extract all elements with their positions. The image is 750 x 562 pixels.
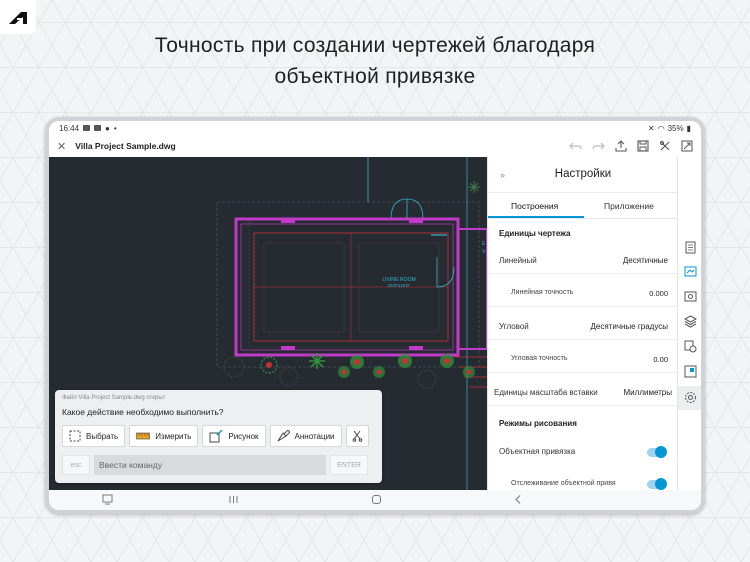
system-nav-bar: [49, 490, 701, 510]
units-section-title: Единицы чертежа: [499, 229, 571, 238]
settings-tabs: Построения Приложение: [488, 193, 677, 219]
annotate-button-label: Аннотации: [294, 431, 335, 441]
angular-units-label: Угловой: [499, 322, 529, 331]
command-actions: Выбрать Измерить Рисунок Аннотации: [62, 425, 369, 447]
mail-notification-icon: [94, 125, 102, 131]
file-opened-message: Файл Villa Project Sample.dwg открыт: [62, 395, 166, 401]
recent-apps-icon[interactable]: [228, 494, 239, 505]
select-button[interactable]: Выбрать: [62, 425, 126, 447]
tablet-frame: 16:44 ● • ✕ ◠ 35% ▮ ✕ Villa Project Samp…: [45, 117, 705, 514]
insert-units-label: Единицы масштаба вставки: [494, 388, 598, 397]
properties-icon[interactable]: [684, 241, 697, 254]
angular-precision-value[interactable]: 0.00: [653, 355, 668, 364]
command-input-row: esc Ввести команду ENTER: [62, 455, 368, 475]
linear-precision-label: Линейная точность: [511, 289, 574, 296]
linear-units-value[interactable]: Десятичные: [623, 256, 668, 265]
location-icon: ●: [105, 123, 110, 133]
headline-line-2: объектной привязке: [274, 65, 476, 88]
home-icon[interactable]: [371, 494, 382, 505]
status-time: 16:44: [59, 123, 80, 133]
settings-header: » Настройки: [488, 157, 677, 193]
layers-icon[interactable]: [684, 315, 697, 328]
insert-units-value[interactable]: Миллиметры: [624, 388, 672, 397]
tab-drafting[interactable]: Построения: [511, 201, 558, 211]
divider: [488, 372, 677, 373]
save-icon[interactable]: [637, 140, 649, 152]
tools-rail: [677, 157, 701, 490]
redo-icon[interactable]: [592, 141, 605, 152]
measure-icon: [136, 432, 151, 440]
angular-units-value[interactable]: Десятичные градусы: [591, 322, 668, 331]
app-bar: ✕ Villa Project Sample.dwg: [49, 135, 701, 157]
command-input[interactable]: Ввести команду: [94, 455, 326, 475]
draw-icon: [209, 429, 223, 442]
undo-icon[interactable]: [569, 141, 582, 152]
mute-icon: ✕: [647, 123, 655, 133]
views-icon[interactable]: [684, 290, 697, 303]
settings-panel: » Настройки Построения Приложение Единиц…: [487, 157, 677, 490]
linear-units-label: Линейный: [499, 256, 537, 265]
linear-precision-value[interactable]: 0.000: [649, 289, 668, 298]
sheets-icon[interactable]: [684, 265, 697, 278]
draw-button[interactable]: Рисунок: [202, 425, 266, 447]
enter-button[interactable]: ENTER: [330, 455, 368, 475]
gallery-notification-icon: [83, 125, 91, 131]
measure-button[interactable]: Измерить: [129, 425, 199, 447]
divider: [488, 405, 677, 406]
snap-tracking-toggle[interactable]: [647, 478, 667, 490]
select-icon: [69, 430, 81, 442]
more-tools-button[interactable]: [345, 425, 369, 447]
room-size-label: 25'0"x15'0": [388, 283, 411, 288]
drawing-canvas[interactable]: LIVING ROOM 25'0"x15'0" E V Файл Villa P…: [49, 157, 487, 490]
angular-precision-label: Угловая точность: [511, 355, 568, 362]
divider: [488, 306, 677, 307]
history-icon[interactable]: [684, 340, 697, 353]
file-title: Villa Project Sample.dwg: [75, 141, 176, 151]
status-bar: 16:44 ● • ✕ ◠ 35% ▮: [49, 121, 701, 135]
edit-tools-icon: [352, 430, 362, 442]
object-snap-toggle[interactable]: [647, 446, 667, 458]
dot-icon: •: [113, 123, 117, 133]
active-tab-indicator: [488, 216, 584, 218]
blocks-icon[interactable]: [684, 365, 697, 378]
taskbar-icon[interactable]: [102, 494, 113, 505]
close-icon[interactable]: ✕: [57, 140, 66, 153]
annotate-icon: [277, 430, 290, 442]
share-icon[interactable]: [615, 140, 627, 152]
annotate-button[interactable]: Аннотации: [269, 425, 342, 447]
tablet-screen: 16:44 ● • ✕ ◠ 35% ▮ ✕ Villa Project Samp…: [49, 121, 701, 510]
fullscreen-icon[interactable]: [681, 140, 693, 152]
battery-level: 35%: [667, 123, 684, 133]
snap-tracking-label: Отслеживание объектной привя: [511, 480, 616, 487]
battery-icon: ▮: [686, 123, 691, 133]
settings-gear-icon[interactable]: [684, 391, 697, 404]
wifi-icon: ◠: [657, 123, 665, 133]
command-panel: Файл Villa Project Sample.dwg открыт Как…: [55, 390, 382, 483]
draw-modes-section-title: Режимы рисования: [499, 419, 577, 428]
select-button-label: Выбрать: [86, 431, 119, 441]
back-icon[interactable]: [513, 494, 524, 505]
measure-button-label: Измерить: [155, 431, 192, 441]
esc-button[interactable]: esc: [62, 455, 90, 475]
trim-icon[interactable]: [659, 140, 671, 152]
object-snap-label: Объектная привязка: [499, 447, 576, 456]
headline-line-1: Точность при создании чертежей благодаря: [154, 34, 596, 57]
draw-button-label: Рисунок: [228, 431, 259, 441]
command-question: Какое действие необходимо выполнить?: [62, 407, 224, 417]
settings-title: Настройки: [554, 168, 612, 180]
divider: [488, 273, 677, 274]
tab-application[interactable]: Приложение: [604, 201, 654, 211]
divider: [488, 339, 677, 340]
autodesk-logo: [0, 0, 36, 34]
headline: Точность при создании чертежей благодаря…: [0, 30, 750, 92]
